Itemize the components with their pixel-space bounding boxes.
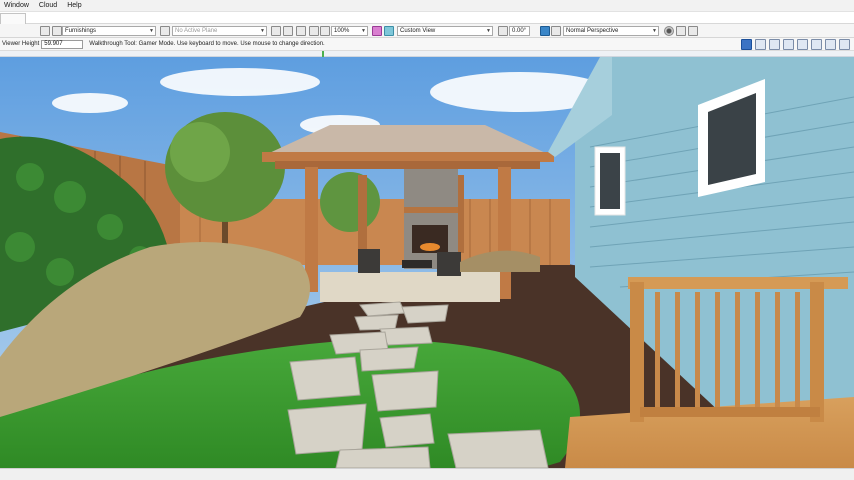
- angle-field-value: 0.00°: [512, 28, 527, 34]
- globe-icon[interactable]: [384, 26, 394, 36]
- layer-icon[interactable]: [40, 26, 50, 36]
- perspective-combo-value: Normal Perspective: [566, 28, 619, 34]
- select-arrow-icon[interactable]: [783, 39, 794, 50]
- chevron-down-icon: ▼: [652, 28, 657, 34]
- toolbar: Furnishings ▼ No Active Plane ▼ 100% ▼ C…: [0, 24, 854, 38]
- zoom-combo[interactable]: 100% ▼: [331, 26, 368, 36]
- angle-field[interactable]: 0.00°: [509, 26, 530, 36]
- view-combo[interactable]: Custom View ▼: [397, 26, 493, 36]
- camera-tools-icon[interactable]: [676, 26, 686, 36]
- layer-settings-icon[interactable]: [52, 26, 62, 36]
- orbit-icon[interactable]: [755, 39, 766, 50]
- plane-combo-value: No Active Plane: [175, 28, 218, 34]
- viewer-height-label: Viewer Height: [2, 41, 40, 47]
- zoom-icon[interactable]: [296, 26, 306, 36]
- more-tools-icon[interactable]: [688, 26, 698, 36]
- 3d-viewport[interactable]: [0, 57, 854, 468]
- view-tools: [741, 39, 850, 50]
- document-tab-strip: [0, 12, 854, 24]
- record-icon[interactable]: [811, 39, 822, 50]
- view-combo-value: Custom View: [400, 28, 436, 34]
- menu-window[interactable]: Window: [4, 2, 29, 9]
- fullscreen-icon[interactable]: [839, 39, 850, 50]
- view-mode-icon[interactable]: [540, 26, 550, 36]
- pan-icon[interactable]: [769, 39, 780, 50]
- menu-bar: Window Cloud Help: [0, 0, 854, 12]
- layer-combo-value: Furnishings: [65, 28, 97, 34]
- render-settings-icon[interactable]: [825, 39, 836, 50]
- chevron-down-icon: ▼: [149, 28, 154, 34]
- chevron-down-icon: ▼: [260, 28, 265, 34]
- zoom-combo-value: 100%: [334, 28, 350, 34]
- house-window-left-glass: [600, 153, 620, 209]
- gear-icon[interactable]: [664, 26, 674, 36]
- zoom-out-icon[interactable]: [320, 26, 330, 36]
- camera-icon[interactable]: [498, 26, 508, 36]
- layer-combo[interactable]: Furnishings ▼: [62, 26, 156, 36]
- zoom-fit-icon[interactable]: [309, 26, 319, 36]
- menu-help[interactable]: Help: [67, 2, 81, 9]
- bottom-status-strip: [0, 468, 854, 480]
- measure-icon[interactable]: [797, 39, 808, 50]
- render-icon[interactable]: [372, 26, 382, 36]
- snap-icon[interactable]: [283, 26, 293, 36]
- chevron-down-icon: ▼: [486, 28, 491, 34]
- plane-combo[interactable]: No Active Plane ▼: [172, 26, 267, 36]
- viewer-height-field[interactable]: 59.907: [41, 39, 84, 49]
- walkthrough-icon[interactable]: [741, 39, 752, 50]
- scene-render: [0, 57, 854, 468]
- perspective-combo[interactable]: Normal Perspective ▼: [563, 26, 659, 36]
- status-bar: Viewer Height 59.907 Walkthrough Tool: G…: [0, 38, 854, 51]
- grid-icon[interactable]: [271, 26, 281, 36]
- view-options-icon[interactable]: [551, 26, 561, 36]
- plane-icon[interactable]: [160, 26, 170, 36]
- status-message: Walkthrough Tool: Gamer Mode. Use keyboa…: [89, 41, 325, 47]
- menu-cloud[interactable]: Cloud: [39, 2, 57, 9]
- document-tab[interactable]: [0, 13, 26, 24]
- chevron-down-icon: ▼: [361, 28, 366, 34]
